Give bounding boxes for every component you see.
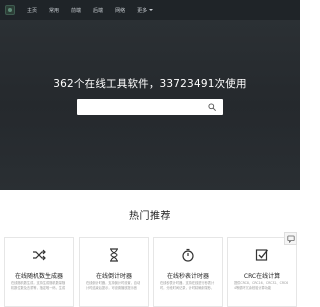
feedback-button[interactable]: [284, 232, 297, 245]
nav-item-more[interactable]: 更多: [137, 7, 153, 14]
stopwatch-icon: [182, 248, 194, 262]
hourglass-icon: [110, 248, 118, 262]
tool-cards: 在线随机数生成器 在线随机数生成，支持生成随机数量随机数位数及去重等，指定唯一码…: [0, 229, 300, 307]
tool-card-countdown[interactable]: 在线倒计时器 在线倒计时器，支持倒计时设置，自动计时结束后提示，可设置播放提示音: [79, 237, 149, 307]
chat-icon: [286, 235, 295, 243]
tool-card-desc: 提供CRC8、CRC16、CRC32、CRC64等循环冗余校验计算功能: [234, 281, 289, 290]
section-title: 热门推荐: [129, 211, 171, 222]
site-logo[interactable]: [5, 5, 15, 15]
tool-card-random[interactable]: 在线随机数生成器 在线随机数生成，支持生成随机数量随机数位数及去重等，指定唯一码…: [4, 237, 74, 307]
search-input[interactable]: [77, 99, 223, 115]
hero-banner: 362个在线工具软件，33723491次使用: [0, 20, 300, 190]
tool-card-desc: 在线随机数生成，支持生成随机数量随机数位数及去重等，指定唯一码，生成符合随机要求…: [11, 281, 66, 290]
tool-card-desc: 在线倒计时器，支持倒计时设置，自动计时结束后提示，可设置播放提示音: [86, 281, 141, 290]
nav-item-home[interactable]: 主页: [27, 7, 37, 14]
hero-title: 362个在线工具软件，33723491次使用: [53, 78, 247, 90]
tool-card-title: 在线倒计时器: [95, 273, 132, 280]
tool-card-stopwatch[interactable]: 在线秒表计时器 在线秒表计时器，支持在线进行秒表计时，分段时间记录，计时精确到毫…: [153, 237, 223, 307]
nav-item-network[interactable]: 网络: [115, 7, 125, 14]
tool-card-title: CRC在线计算: [243, 273, 281, 280]
tool-card-title: 在线随机数生成器: [14, 273, 63, 280]
checkbox-icon: [255, 249, 269, 261]
search-icon[interactable]: [208, 103, 216, 111]
nav-item-frontend[interactable]: 前端: [71, 7, 81, 14]
nav-item-backend[interactable]: 后端: [93, 7, 103, 14]
tool-card-title: 在线秒表计时器: [166, 273, 209, 280]
tool-card-desc: 在线秒表计时器，支持在线进行秒表计时，分段时间记录，计时精确到毫秒，支持全屏: [160, 281, 215, 290]
top-navbar: 主页 常用 前端 后端 网络 更多: [0, 0, 300, 20]
nav-item-common[interactable]: 常用: [49, 7, 59, 14]
shuffle-icon: [33, 249, 46, 261]
tool-card-crc[interactable]: CRC在线计算 提供CRC8、CRC16、CRC32、CRC64等循环冗余校验计…: [227, 237, 297, 307]
